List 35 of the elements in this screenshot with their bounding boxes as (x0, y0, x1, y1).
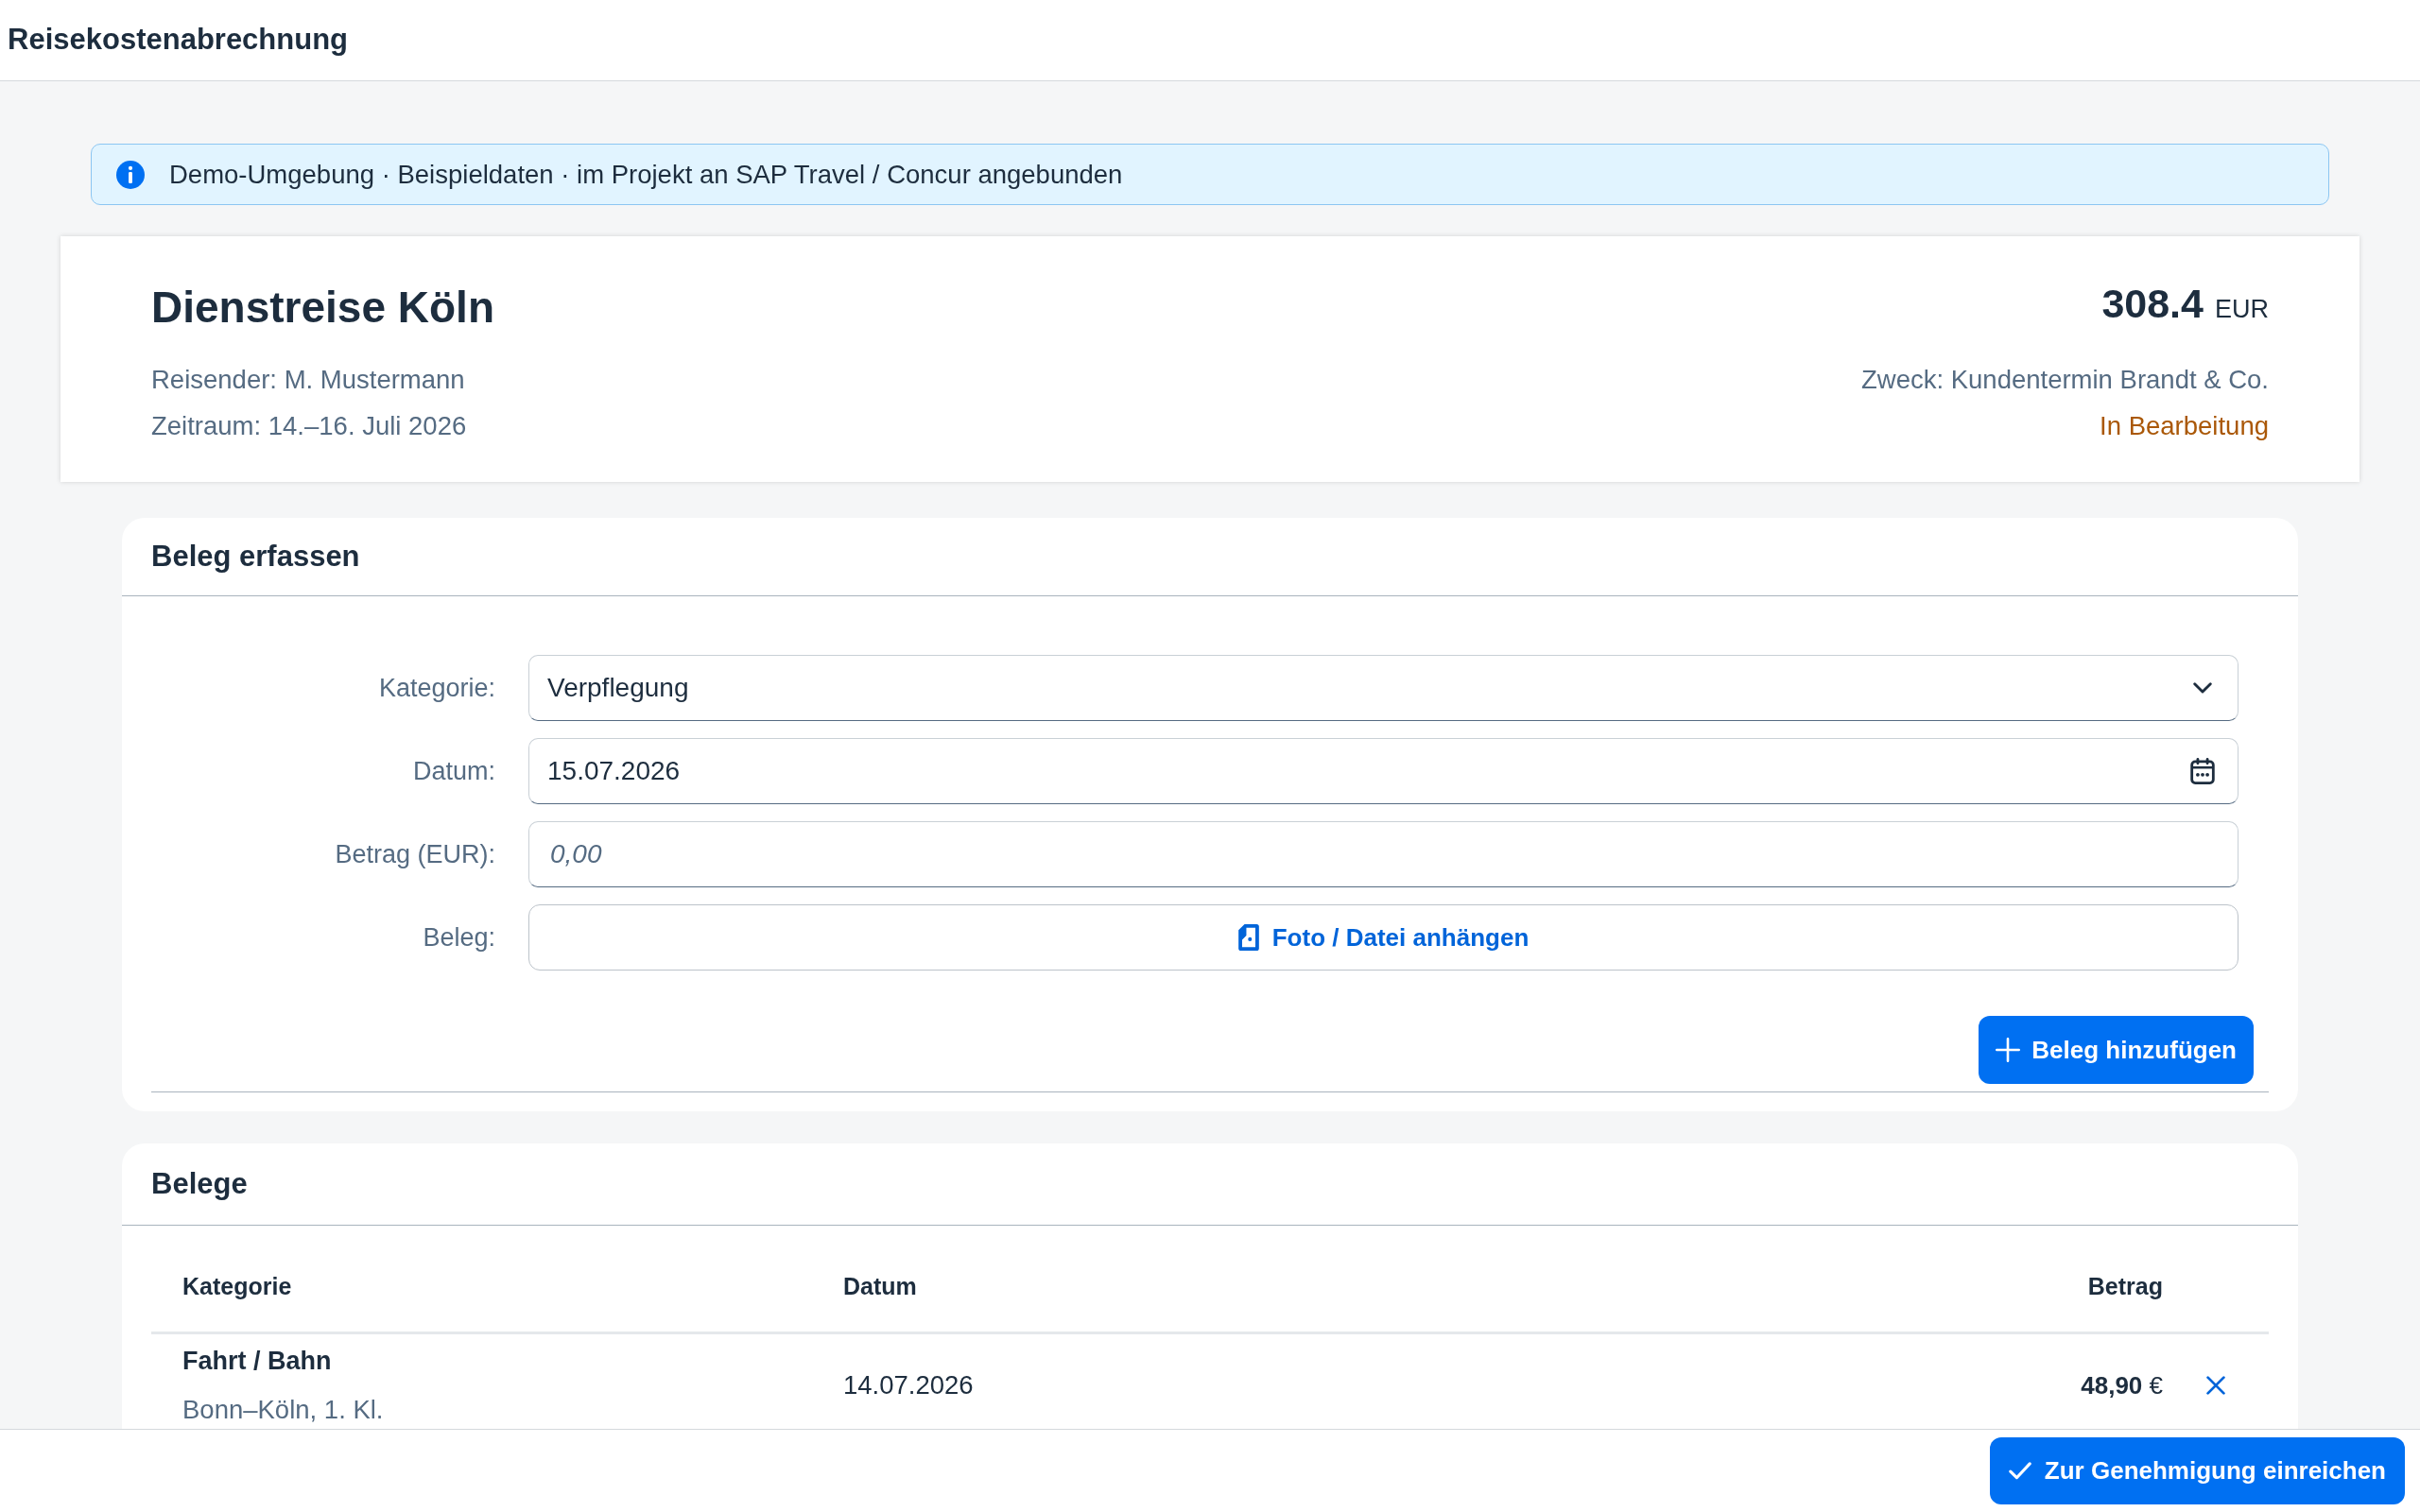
field-label: Kategorie: (377, 672, 495, 704)
info-banner-text: Demo-Umgebung · Beispieldaten · im Projekt an SAP Travel / Concur angebunden (169, 158, 1123, 191)
total-amount: 308.4 (2101, 284, 2204, 322)
attach-file-button[interactable]: Foto / Datei anhängen (528, 904, 2238, 971)
trip-title: Dienstreise Köln (151, 284, 494, 330)
section-title: Belege (151, 1165, 248, 1202)
app-title: Reisekostenabrechnung (8, 22, 349, 59)
submit-button[interactable]: Zur Genehmigung einreichen (1989, 1437, 2405, 1504)
document-icon (1237, 924, 1259, 951)
info-icon (116, 160, 145, 189)
receipt-description: Bonn–Köln, 1. Kl. (182, 1394, 385, 1426)
plus-icon (1996, 1038, 2021, 1062)
field-label: Beleg: (422, 921, 495, 954)
cross-icon (2206, 1376, 2225, 1395)
chevron-down-icon (2193, 682, 2212, 694)
traveler-text: Reisender: M. Mustermann (151, 364, 466, 396)
field-label: Datum: (411, 755, 495, 787)
status-text: In Bearbeitung (2100, 410, 2269, 442)
column-header: Betrag (2087, 1272, 2163, 1299)
receipt-category: Fahrt / Bahn (182, 1346, 333, 1377)
category-select[interactable]: Verpflegung (528, 655, 2238, 721)
column-header: Kategorie (182, 1272, 292, 1299)
calendar-icon (2190, 758, 2215, 784)
date-field[interactable]: 15.07.2026 (528, 738, 2238, 804)
receipt-amount: 48,90 € (2081, 1370, 2163, 1400)
currency-label: EUR (2215, 294, 2269, 325)
section-title: Beleg erfassen (151, 538, 360, 575)
column-header: Datum (843, 1272, 917, 1299)
add-receipt-button[interactable]: Beleg hinzufügen (1979, 1016, 2254, 1084)
field-label: Betrag (EUR): (334, 838, 495, 870)
table-cell: 14.07.2026 (843, 1370, 974, 1400)
check-icon (2008, 1462, 2031, 1480)
amount-input[interactable]: 0,00 (528, 821, 2238, 887)
purpose-text: Zweck: Kundentermin Brandt & Co. (1860, 364, 2269, 396)
period-text: Zeitraum: 14.–16. Juli 2026 (151, 410, 468, 442)
